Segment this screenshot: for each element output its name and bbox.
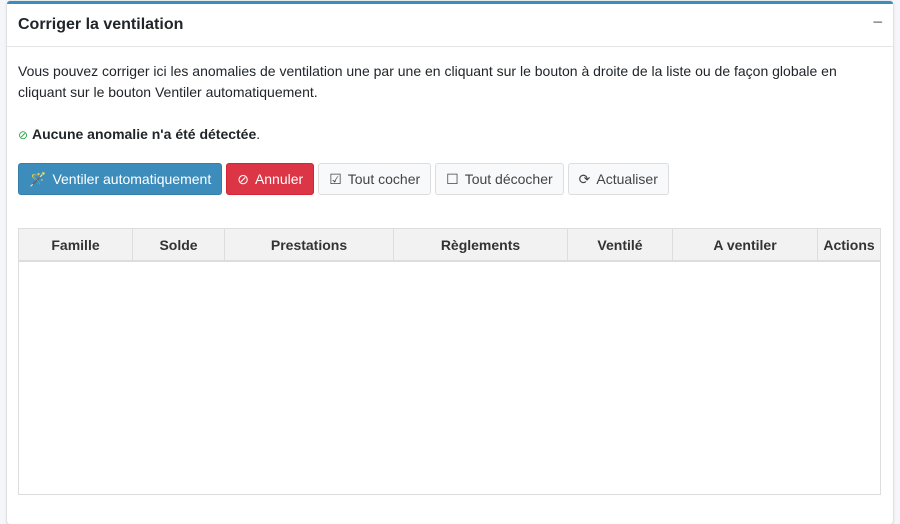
status-tail: .: [256, 126, 261, 142]
auto-ventilate-label: Ventiler automatiquement: [52, 171, 212, 187]
refresh-icon: ⟳: [578, 170, 591, 187]
uncheck-all-button[interactable]: ☐ Tout décocher: [435, 163, 564, 195]
col-ventile[interactable]: Ventilé: [568, 229, 673, 260]
card-title: Corriger la ventilation: [18, 16, 184, 33]
col-prestations[interactable]: Prestations: [225, 229, 394, 260]
refresh-label: Actualiser: [596, 171, 658, 187]
ventilation-card: Corriger la ventilation − Vous pouvez co…: [7, 1, 893, 524]
intro-text: Vous pouvez corriger ici les anomalies d…: [18, 63, 837, 100]
card-header: Corriger la ventilation −: [7, 4, 893, 47]
col-reglements[interactable]: Règlements: [394, 229, 568, 260]
col-actions: Actions: [823, 236, 875, 253]
cancel-button[interactable]: ⊘ Annuler: [226, 163, 315, 195]
checkbox-checked-icon: ☑: [329, 170, 342, 187]
status-text: Aucune anomalie n'a été détectée: [31, 126, 257, 142]
anomalies-table: Famille Solde Prestations Règlements Ven…: [18, 228, 881, 495]
check-circle-icon: ⊘: [18, 128, 29, 142]
ban-icon: ⊘: [237, 170, 249, 187]
check-all-button[interactable]: ☑ Tout cocher: [318, 163, 432, 195]
uncheck-all-label: Tout décocher: [464, 171, 553, 187]
magic-wand-icon: 🪄: [29, 170, 47, 187]
refresh-button[interactable]: ⟳ Actualiser: [567, 163, 669, 195]
col-a-ventiler[interactable]: A ventiler: [673, 229, 818, 260]
status-message: ⊘ Aucune anomalie n'a été détectée.: [18, 126, 260, 142]
auto-ventilate-button[interactable]: 🪄 Ventiler automatiquement: [18, 163, 223, 195]
col-famille[interactable]: Famille: [19, 229, 133, 260]
col-solde[interactable]: Solde: [133, 229, 225, 260]
checkbox-empty-icon: ☐: [446, 170, 459, 187]
cancel-label: Annuler: [254, 171, 304, 187]
toolbar: 🪄 Ventiler automatiquement ⊘ Annuler ☑ Tout…: [18, 163, 669, 195]
table-header: Famille Solde Prestations Règlements Ven…: [19, 229, 880, 262]
collapse-icon[interactable]: −: [872, 12, 883, 33]
check-all-label: Tout cocher: [347, 171, 421, 187]
